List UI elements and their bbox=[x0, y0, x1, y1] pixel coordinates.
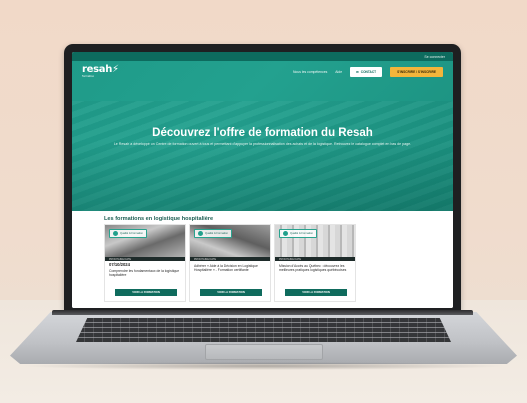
keyboard-rows bbox=[76, 318, 451, 342]
logo-text: resah bbox=[82, 64, 113, 76]
hero-description: Le Resah a développé un Centre de format… bbox=[113, 142, 412, 146]
check-icon bbox=[198, 231, 203, 236]
main-nav: resah⚡ formation Nous les compétences Ai… bbox=[72, 61, 453, 83]
login-link[interactable]: Se connecter bbox=[424, 55, 445, 59]
logo-mark-icon: ⚡ bbox=[112, 64, 119, 76]
section-title: Les formations en logistique hospitalièr… bbox=[104, 216, 214, 222]
card-date: 07/10/2024 bbox=[109, 262, 130, 267]
trackpad bbox=[205, 344, 323, 360]
laptop-shadow bbox=[20, 362, 507, 370]
card-title: Adhérer « Aide à la Décision en Logistiq… bbox=[194, 264, 258, 273]
card-tag-label: Qualité & Formation bbox=[205, 232, 229, 235]
formation-card[interactable]: Qualité & Formation PROCHAINE DATE Missi… bbox=[274, 224, 356, 302]
view-formation-button[interactable]: VOIR LA FORMATION bbox=[285, 289, 347, 296]
browser-viewport: Se connecter resah⚡ formation Nous les c… bbox=[72, 52, 453, 308]
check-icon bbox=[283, 231, 288, 236]
contact-button[interactable]: ✉ CONTACT bbox=[350, 67, 383, 77]
card-meta: PROCHAINE DATE bbox=[109, 257, 132, 261]
view-formation-button[interactable]: VOIR LA FORMATION bbox=[115, 289, 177, 296]
card-meta: PROCHAINE DATE bbox=[279, 257, 302, 261]
nav-link-aide[interactable]: Aide bbox=[335, 70, 342, 74]
card-tag-label: Qualité & Formation bbox=[290, 232, 314, 235]
resah-logo[interactable]: resah⚡ formation bbox=[82, 65, 119, 79]
check-icon bbox=[113, 231, 118, 236]
formation-card[interactable]: Qualité & Formation PROCHAINE DATE 07/10… bbox=[104, 224, 186, 302]
formation-card[interactable]: Qualité & Formation PROCHAINE DATE Adhér… bbox=[189, 224, 271, 302]
card-title: Comprendre les fondamentaux de la logist… bbox=[109, 269, 180, 278]
top-strip: Se connecter bbox=[72, 52, 453, 61]
laptop-lid: Se connecter resah⚡ formation Nous les c… bbox=[64, 44, 461, 312]
mail-icon: ✉ bbox=[356, 70, 359, 74]
card-tag: Qualité & Formation bbox=[194, 229, 233, 238]
card-tag: Qualité & Formation bbox=[109, 229, 148, 238]
card-tag: Qualité & Formation bbox=[279, 229, 318, 238]
nav-link-competences[interactable]: Nous les compétences bbox=[293, 70, 327, 74]
signup-button[interactable]: S'INSCRIRE / S'INSCRIRE bbox=[390, 67, 443, 77]
card-tag-label: Qualité & Formation bbox=[120, 232, 144, 235]
card-meta: PROCHAINE DATE bbox=[194, 257, 217, 261]
view-formation-button[interactable]: VOIR LA FORMATION bbox=[200, 289, 262, 296]
contact-label: CONTACT bbox=[360, 70, 377, 74]
logo-subtitle: formation bbox=[82, 75, 95, 79]
card-title: Mission d'Accès au Québec : découvrez le… bbox=[279, 264, 347, 273]
laptop-hinge bbox=[52, 310, 473, 315]
nav-links: Nous les compétences Aide ✉ CONTACT S'IN… bbox=[293, 67, 443, 77]
formations-section: Les formations en logistique hospitalièr… bbox=[72, 211, 453, 308]
hero-title: Découvrez l'offre de formation du Resah bbox=[152, 127, 373, 139]
